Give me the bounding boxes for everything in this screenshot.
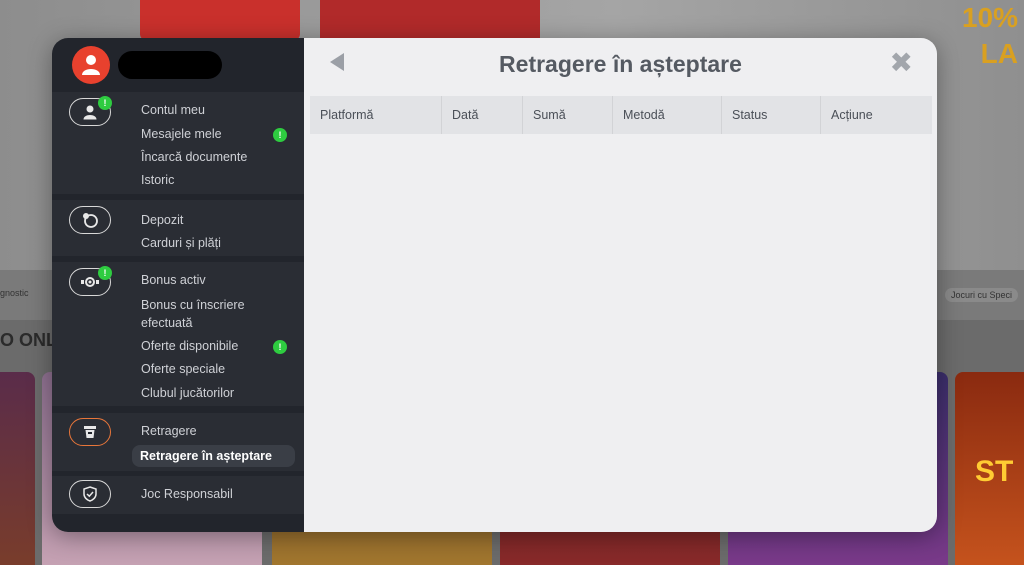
avatar[interactable] — [72, 46, 110, 84]
column-header-status[interactable]: Status — [722, 96, 821, 134]
offers-badge: ! — [273, 340, 287, 354]
notification-badge: ! — [98, 96, 112, 110]
pending-withdrawals-table: Platformă Dată Sumă Metodă Status Acțiun… — [310, 96, 932, 134]
content-panel: Retragere în așteptare ✖ Platformă Dată … — [304, 38, 937, 532]
sidebar-item-bonus-cu-inscriere[interactable]: Bonus cu înscriere — [141, 297, 245, 313]
shield-check-icon[interactable] — [69, 480, 111, 508]
notification-badge: ! — [98, 266, 112, 280]
user-avatar-icon — [82, 55, 100, 75]
sidebar-item-bonus-cu-inscriere-line2[interactable]: efectuată — [141, 315, 192, 331]
background-promo-text: 10% LA — [961, 2, 1018, 69]
username-redacted — [118, 51, 222, 79]
deposit-icon[interactable] — [69, 206, 111, 234]
sidebar-item-contul-meu[interactable]: Contul meu — [141, 102, 205, 118]
sidebar-item-retragere[interactable]: Retragere — [141, 423, 197, 439]
column-header-actiune[interactable]: Acțiune — [821, 96, 932, 134]
account-sidebar: ! Contul meu Mesajele mele ! Încarcă doc… — [52, 38, 304, 532]
sidebar-item-mesajele-mele[interactable]: Mesajele mele — [141, 126, 222, 142]
page-title: Retragere în așteptare — [499, 51, 742, 77]
close-icon[interactable]: ✖ — [890, 48, 913, 78]
messages-badge: ! — [273, 128, 287, 142]
sidebar-item-oferte-disponibile[interactable]: Oferte disponibile — [141, 338, 238, 354]
sidebar-item-istoric[interactable]: Istoric — [141, 172, 174, 188]
sidebar-item-clubul-jucatorilor[interactable]: Clubul jucătorilor — [141, 385, 234, 401]
sidebar-item-retragere-in-asteptare[interactable]: Retragere în așteptare — [132, 445, 295, 467]
sidebar-item-incarca-documente[interactable]: Încarcă documente — [141, 149, 247, 165]
sidebar-item-carduri-si-plati[interactable]: Carduri și plăți — [141, 235, 221, 251]
background-game-tile — [0, 372, 35, 565]
account-modal: ! Contul meu Mesajele mele ! Încarcă doc… — [52, 38, 937, 532]
sidebar-item-bonus-activ[interactable]: Bonus activ — [141, 272, 206, 288]
background-tile-text: ST — [975, 455, 1014, 488]
background-strip-right-label: Jocuri cu Speci — [944, 288, 1018, 302]
content-header: Retragere în așteptare ✖ — [304, 38, 937, 90]
withdraw-icon[interactable] — [69, 418, 111, 446]
column-header-metoda[interactable]: Metodă — [613, 96, 722, 134]
sidebar-item-oferte-speciale[interactable]: Oferte speciale — [141, 361, 225, 377]
sidebar-item-joc-responsabil[interactable]: Joc Responsabil — [141, 486, 233, 502]
background-strip-left-label: gnostic — [0, 288, 29, 298]
profile-header — [72, 46, 222, 84]
column-header-data[interactable]: Dată — [442, 96, 523, 134]
column-header-suma[interactable]: Sumă — [523, 96, 613, 134]
background-red-card-2 — [320, 0, 540, 40]
background-red-card — [140, 0, 300, 40]
background-section-heading: O ONL — [0, 330, 57, 350]
column-header-platforma[interactable]: Platformă — [310, 96, 442, 134]
sidebar-item-depozit[interactable]: Depozit — [141, 212, 183, 228]
